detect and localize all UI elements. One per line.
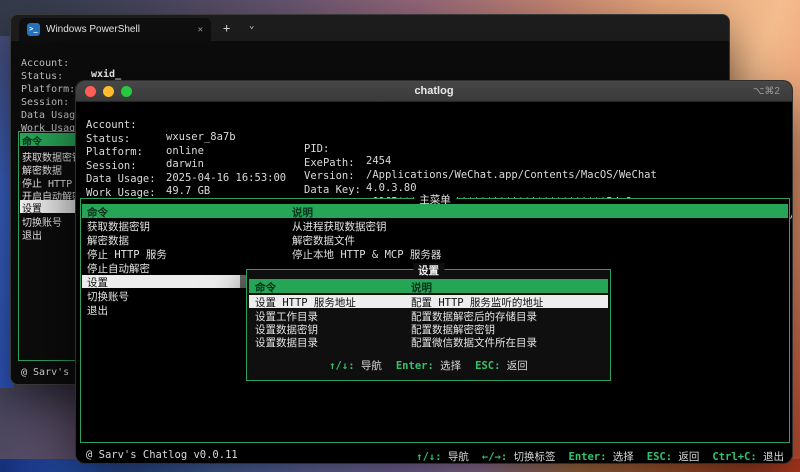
key-ctrl-c: Ctrl+C: (712, 451, 757, 463)
key-enter: Enter: (395, 360, 434, 372)
dialog-desc: 配置微信数据文件所在目录 (411, 337, 537, 349)
menu-row-selected[interactable]: 设置 (82, 275, 248, 289)
menu-desc: 解密数据文件 (292, 235, 355, 247)
dialog-title: 设置 (413, 263, 444, 278)
hint-back: ESC: 返回 (475, 360, 528, 372)
key-arrows: ↑/↓: (329, 360, 355, 372)
mac-titlebar[interactable]: chatlog ⌥⌘2 (76, 81, 792, 102)
menu-row[interactable]: 解密数据 解密数据文件 (82, 233, 788, 247)
hint-select: Enter: 选择 (395, 360, 462, 372)
menu-header-row: 命令 说明 (82, 204, 788, 219)
window-title: chatlog (414, 85, 454, 97)
menu-cmd: 停止 HTTP 服务 (87, 249, 167, 261)
menu-col-desc: 说明 (292, 207, 313, 219)
app-version-text: @ Sarv's Chatlog v0.0.11 (86, 449, 238, 461)
dialog-row[interactable]: 设置数据目录 配置微信数据文件所在目录 (249, 335, 608, 349)
statusbar-key-hints: ↑/↓: 导航 ←/→: 切换标签 Enter: 选择 ESC: 返回 Ctrl… (416, 449, 784, 463)
menu-row[interactable]: 停止 HTTP 服务 停止本地 HTTP & MCP 服务器 (82, 247, 788, 261)
tab-close-icon[interactable]: ✕ (198, 25, 203, 35)
hint-back: ESC: 返回 (646, 451, 700, 463)
status-value: online (166, 145, 204, 157)
pid-value: 2454 (366, 155, 392, 167)
key-leftright: ←/→: (481, 451, 508, 463)
datakey-label: Data Key: (304, 184, 361, 196)
session-value: 2025-04-16 16:53:00 (166, 172, 287, 184)
version-value: 4.0.3.80 (366, 182, 417, 194)
hint-quit: Ctrl+C: 退出 (712, 451, 784, 463)
menu-cmd: 退出 (87, 305, 108, 317)
dialog-header-row: 命令 说明 (249, 279, 608, 294)
menu-cmd: 解密数据 (87, 235, 129, 247)
dialog-row[interactable]: 设置数据密钥 配置数据解密密钥 (249, 322, 608, 336)
chatlog-statusbar: @ Sarv's Chatlog v0.0.11 ↑/↓: 导航 ←/→: 切换… (76, 448, 792, 463)
hint-navigate: ↑/↓: 导航 (329, 360, 382, 372)
menu-cmd: 设置 (87, 277, 108, 289)
ps-account-value: wxid_ (91, 69, 122, 80)
dialog-cmd: 设置数据目录 (255, 337, 318, 349)
datausage-value: 49.7 GB (166, 185, 211, 197)
key-esc: ESC: (646, 451, 673, 463)
dialog-footer-hints: ↑/↓: 导航 Enter: 选择 ESC: 返回 (247, 358, 610, 373)
dialog-col-command: 命令 (255, 282, 276, 294)
window-shortcut: ⌥⌘2 (752, 86, 780, 97)
platform-value: darwin (166, 158, 204, 170)
version-label: Version: (304, 170, 355, 182)
menu-cmd: 获取数据密钥 (87, 221, 150, 233)
key-arrows: ↑/↓: (416, 451, 442, 463)
powershell-icon: >_ (27, 23, 40, 36)
tab-title: Windows PowerShell (46, 24, 140, 35)
menu-row[interactable]: 获取数据密钥 从进程获取数据密钥 (82, 219, 788, 233)
hint-navigate: ↑/↓: 导航 (416, 451, 469, 463)
chevron-down-icon[interactable]: ⌄ (249, 21, 254, 31)
dialog-row[interactable]: 设置工作目录 配置数据解密后的存储目录 (249, 309, 608, 323)
tab-windows-powershell[interactable]: >_ Windows PowerShell ✕ (19, 18, 211, 41)
menu-cmd: 切换账号 (87, 291, 129, 303)
key-enter: Enter: (568, 451, 607, 463)
settings-dialog: 设置 命令 说明 设置 HTTP 服务地址 配置 HTTP 服务监听的地址 设置… (246, 263, 611, 381)
hint-select: Enter: 选择 (568, 451, 634, 463)
menu-col-command: 命令 (87, 207, 108, 219)
terminal-tab-bar: >_ Windows PowerShell ✕ + ⌄ (11, 15, 729, 41)
dialog-row-selected[interactable]: 设置 HTTP 服务地址 配置 HTTP 服务监听的地址 (249, 295, 608, 309)
ps-statusbar-text: @ Sarv's (21, 367, 70, 378)
exepath-label: ExePath: (304, 157, 355, 169)
dialog-desc: 配置 HTTP 服务监听的地址 (411, 297, 544, 309)
hint-switch-tab: ←/→: 切换标签 (481, 451, 556, 463)
menu-desc: 停止本地 HTTP & MCP 服务器 (292, 249, 442, 261)
ps-menu-item[interactable]: 退出 (22, 227, 42, 242)
account-value: wxuser_8a7b (166, 131, 236, 143)
key-esc: ESC: (475, 360, 501, 372)
menu-cmd: 停止自动解密 (87, 263, 150, 275)
exepath-value: /Applications/WeChat.app/Contents/MacOS/… (366, 169, 657, 181)
ps-menu-item-label: 设置 (22, 204, 42, 215)
dialog-col-desc: 说明 (411, 282, 432, 294)
dialog-cmd: 设置 HTTP 服务地址 (255, 297, 356, 309)
chatlog-window: chatlog ⌥⌘2 Account: wxuser_8a7b PID: 24… (75, 80, 793, 464)
pid-label: PID: (304, 143, 330, 155)
new-tab-button[interactable]: + (223, 21, 230, 35)
menu-desc: 从进程获取数据密钥 (292, 221, 387, 233)
